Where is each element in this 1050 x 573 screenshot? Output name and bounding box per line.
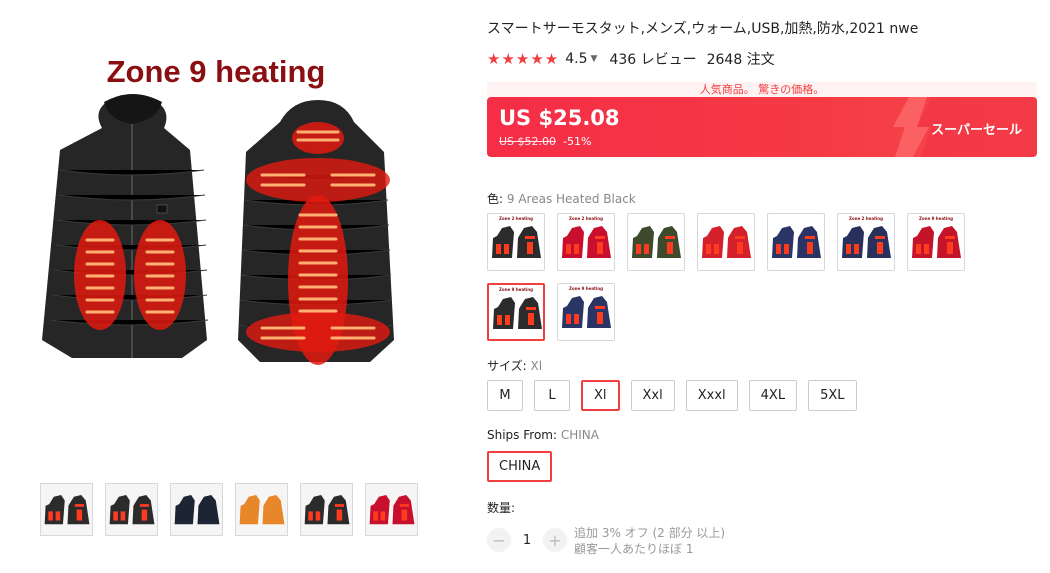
size-selected-value: Xl bbox=[530, 359, 543, 373]
color-swatch-black-2-zone[interactable]: Zone 2 heating bbox=[487, 213, 545, 271]
rating-row: ★★★★★ 4.5 ▼ 436 レビュー 2648 注文 bbox=[487, 49, 775, 69]
jacket-icon bbox=[562, 226, 611, 258]
purchase-limit-text: 顧客一人あたりほぼ 1 bbox=[574, 542, 694, 556]
color-label: 色: bbox=[487, 192, 504, 206]
jacket-pair-heating-icon bbox=[44, 494, 90, 525]
quantity-input[interactable]: 1 bbox=[511, 533, 543, 548]
swatch-caption: Zone 2 heating bbox=[848, 216, 884, 221]
original-price: US $52.00 bbox=[499, 135, 557, 148]
size-option-xxl[interactable]: Xxl bbox=[630, 380, 675, 411]
jacket-orange-glow-icon bbox=[239, 494, 285, 525]
order-count: 2648 注文 bbox=[706, 52, 775, 68]
quantity-stepper: − 1 + bbox=[487, 528, 567, 552]
jacket-icon bbox=[493, 297, 542, 329]
size-label-row: サイズ: Xl bbox=[487, 357, 542, 374]
color-swatch-navy-2-zone[interactable]: Zone 2 heating bbox=[837, 213, 895, 271]
main-product-image[interactable]: Zone 9 heating bbox=[32, 40, 424, 440]
product-title: スマートサーモスタット,メンズ,ウォーム,USB,加熱,防水,2021 nwe bbox=[487, 21, 919, 37]
color-swatch-black-9-zone[interactable]: Zone 9 heating bbox=[487, 283, 545, 341]
swatch-caption: Zone 9 heating bbox=[498, 287, 534, 292]
main-image-caption: Zone 9 heating bbox=[106, 54, 326, 89]
quantity-discount-note: 追加 3% オフ (2 部分 以上) 顧客一人あたりほぼ 1 bbox=[574, 525, 725, 557]
color-selected-value: 9 Areas Heated Black bbox=[506, 192, 636, 206]
size-option-xxxl[interactable]: Xxxl bbox=[685, 380, 738, 411]
jacket-icon bbox=[772, 226, 821, 258]
ships-label-row: Ships From: CHINA bbox=[487, 428, 599, 442]
swatch-caption: Zone 2 heating bbox=[568, 216, 604, 221]
jacket-icon bbox=[912, 226, 961, 258]
chevron-down-icon[interactable]: ▼ bbox=[591, 54, 598, 64]
jacket-battery-icon bbox=[174, 494, 220, 525]
color-swatch-red-puffer[interactable] bbox=[697, 213, 755, 271]
size-option-l[interactable]: L bbox=[534, 380, 570, 411]
discount-percent: -51% bbox=[563, 135, 592, 148]
quantity-increase-button[interactable]: + bbox=[543, 528, 567, 552]
jacket-icon bbox=[842, 226, 891, 258]
jacket-icon bbox=[632, 226, 681, 258]
jacket-illustration bbox=[42, 94, 394, 365]
color-swatch-navy-9-zone[interactable]: Zone 9 heating bbox=[557, 283, 615, 341]
size-options: M L Xl Xxl Xxxl 4XL 5XL bbox=[487, 380, 857, 411]
rating-value[interactable]: 4.5 bbox=[565, 51, 587, 67]
size-option-5xl[interactable]: 5XL bbox=[808, 380, 857, 411]
jacket-size-chart-thumb[interactable] bbox=[365, 483, 418, 536]
swatch-caption: Zone 9 heating bbox=[918, 216, 954, 221]
bulk-discount-text: 追加 3% オフ (2 部分 以上) bbox=[574, 526, 726, 540]
jacket-back-heating-thumb[interactable] bbox=[105, 483, 158, 536]
jacket-heating-pads-thumb[interactable] bbox=[300, 483, 353, 536]
size-option-4xl[interactable]: 4XL bbox=[748, 380, 798, 411]
jacket-icon bbox=[492, 226, 541, 258]
current-price: US $25.08 bbox=[499, 106, 620, 130]
jacket-orange-glow-thumb[interactable] bbox=[235, 483, 288, 536]
quantity-decrease-button[interactable]: − bbox=[487, 528, 511, 552]
jacket-back-heating-icon bbox=[109, 494, 155, 525]
size-label: サイズ: bbox=[487, 359, 527, 373]
swatch-caption: Zone 9 heating bbox=[568, 286, 604, 291]
thumbnail-strip bbox=[40, 483, 418, 536]
jacket-size-chart-icon bbox=[369, 494, 415, 525]
jacket-battery-thumb[interactable] bbox=[170, 483, 223, 536]
quantity-label: 数量: bbox=[487, 501, 516, 515]
promo-tagline: 人気商品。 驚きの価格。 bbox=[487, 82, 1037, 97]
ships-from-china-button[interactable]: CHINA bbox=[487, 451, 553, 482]
ships-from-label: Ships From: bbox=[487, 428, 558, 442]
super-sale-label: スーパーセール bbox=[931, 123, 1022, 138]
color-swatch-red-9-zone[interactable]: Zone 9 heating bbox=[907, 213, 965, 271]
star-rating-icon: ★★★★★ bbox=[487, 50, 560, 68]
price-banner: US $25.08 US $52.00 -51% スーパーセール bbox=[487, 97, 1037, 157]
swatch-caption: Zone 2 heating bbox=[498, 216, 534, 221]
color-swatch-army-green[interactable] bbox=[627, 213, 685, 271]
color-swatches: Zone 2 heating Zone 2 heating Zone 2 heati… bbox=[487, 213, 977, 341]
jacket-icon bbox=[562, 296, 611, 328]
ships-from-value: CHINA bbox=[560, 428, 599, 442]
color-swatch-navy-heated[interactable] bbox=[767, 213, 825, 271]
jacket-icon bbox=[702, 226, 751, 258]
color-swatch-red-2-zone[interactable]: Zone 2 heating bbox=[557, 213, 615, 271]
size-option-m[interactable]: M bbox=[487, 380, 523, 411]
color-label-row: 色: 9 Areas Heated Black bbox=[487, 190, 636, 207]
jacket-pair-heating-thumb[interactable] bbox=[40, 483, 93, 536]
review-count[interactable]: 436 レビュー bbox=[609, 49, 696, 69]
jacket-heating-pads-icon bbox=[304, 494, 350, 525]
size-option-xl[interactable]: Xl bbox=[581, 380, 620, 411]
